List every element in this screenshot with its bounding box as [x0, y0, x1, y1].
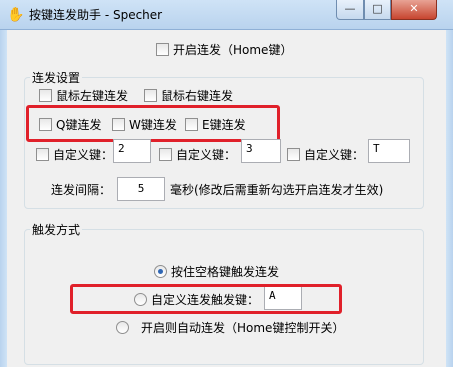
interval-note: 毫秒(修改后需重新勾选开启连发才生效): [170, 183, 384, 197]
enable-repeat-option[interactable]: 开启连发（Home键）: [156, 41, 292, 58]
maximize-button[interactable]: □: [364, 0, 391, 20]
interval-input[interactable]: 5: [117, 177, 165, 201]
custom-key-3-option[interactable]: 自定义键：: [287, 146, 364, 163]
window-frame-right: [446, 30, 453, 367]
trigger-auto-option[interactable]: 开启则自动连发（Home键控制开关）: [116, 319, 344, 336]
minimize-button[interactable]: —: [336, 0, 364, 20]
custom-key-3-input[interactable]: T: [368, 139, 410, 163]
title-bar[interactable]: ✋ 按键连发助手 - Specher — □ ✕: [0, 0, 453, 30]
trigger-title: 触发方式: [30, 221, 83, 238]
custom-key-2-input[interactable]: 3: [241, 139, 281, 163]
mouse-right-label: 鼠标右键连发: [161, 89, 234, 103]
custom-key-2-option[interactable]: 自定义键：: [159, 146, 236, 163]
trigger-space-radio[interactable]: [154, 265, 167, 278]
enable-repeat-label: 开启连发（Home键）: [173, 43, 293, 57]
custom-key-3-label: 自定义键：: [304, 148, 365, 162]
mouse-left-label: 鼠标左键连发: [56, 89, 129, 103]
custom-key-1-checkbox[interactable]: [36, 148, 49, 161]
custom-key-1-option[interactable]: 自定义键：: [36, 146, 113, 163]
enable-repeat-checkbox[interactable]: [156, 43, 169, 56]
custom-key-2-checkbox[interactable]: [159, 148, 172, 161]
mouse-left-checkbox[interactable]: [39, 89, 52, 102]
mouse-right-checkbox[interactable]: [144, 89, 157, 102]
custom-key-2-label: 自定义键：: [176, 148, 237, 162]
custom-key-1-input[interactable]: 2: [113, 139, 151, 163]
window-title: 按键连发助手 - Specher: [29, 8, 163, 22]
custom-key-3-checkbox[interactable]: [287, 148, 300, 161]
trigger-space-label: 按住空格键触发连发: [171, 265, 280, 279]
highlight-box-qwe: [26, 105, 280, 142]
highlight-box-custom-trigger: [70, 284, 342, 314]
trigger-space-option[interactable]: 按住空格键触发连发: [154, 263, 279, 280]
window-frame-left: [0, 30, 7, 367]
close-button[interactable]: ✕: [391, 0, 437, 20]
trigger-auto-radio[interactable]: [116, 321, 129, 334]
hand-icon: ✋: [7, 7, 25, 23]
trigger-auto-label: 开启则自动连发（Home键控制开关）: [141, 321, 345, 335]
mouse-right-option[interactable]: 鼠标右键连发: [144, 87, 233, 104]
interval-label: 连发间隔：: [51, 183, 112, 197]
repeat-settings-title: 连发设置: [30, 69, 83, 86]
mouse-left-option[interactable]: 鼠标左键连发: [39, 87, 128, 104]
custom-key-1-label: 自定义键：: [53, 148, 114, 162]
